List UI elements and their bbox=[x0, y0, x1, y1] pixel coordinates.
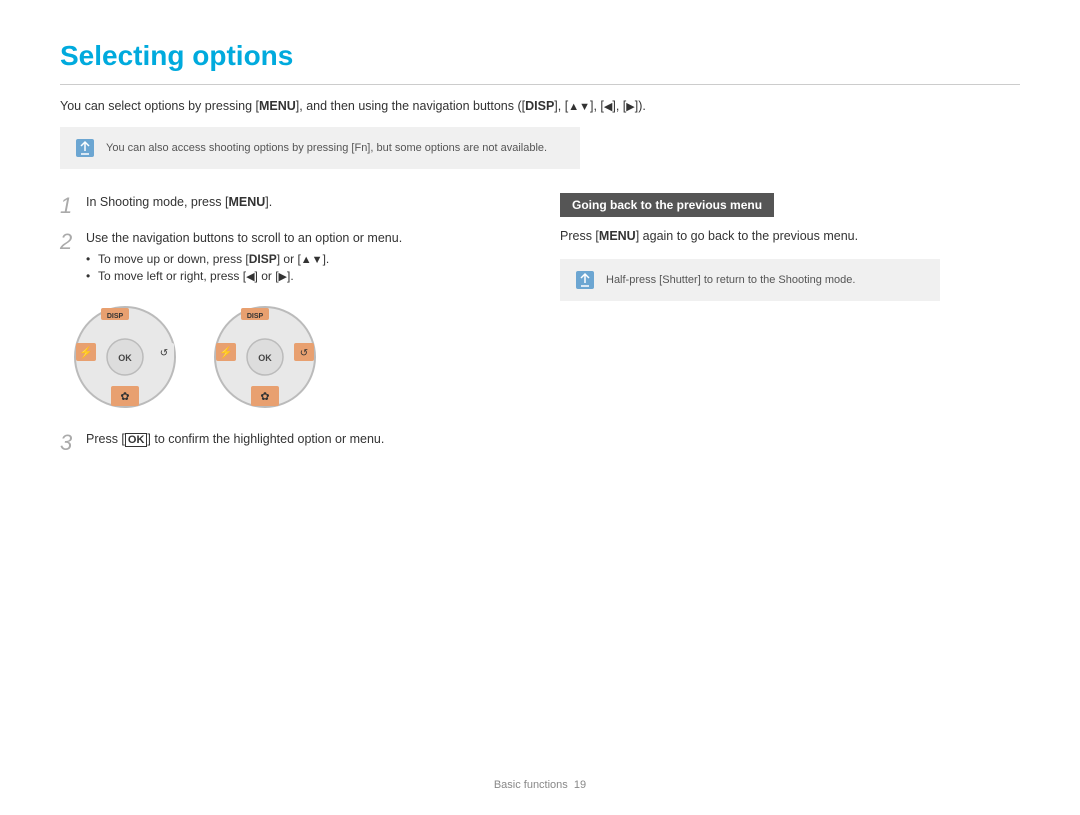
note-icon bbox=[74, 137, 96, 159]
step-1: 1 In Shooting mode, press [MENU]. bbox=[60, 193, 520, 219]
svg-text:DISP: DISP bbox=[107, 313, 124, 320]
svg-text:⚡: ⚡ bbox=[79, 346, 93, 359]
step-1-number: 1 bbox=[60, 193, 78, 219]
title-divider bbox=[60, 84, 1020, 85]
svg-text:⚡: ⚡ bbox=[219, 346, 233, 359]
step-2: 2 Use the navigation buttons to scroll t… bbox=[60, 229, 520, 286]
right-column: Going back to the previous menu Press [M… bbox=[560, 193, 1020, 467]
section-header: Going back to the previous menu bbox=[560, 193, 774, 217]
bullet-1: To move up or down, press [DISP] or [▲▼]… bbox=[86, 252, 402, 266]
step-2-text: Use the navigation buttons to scroll to … bbox=[86, 229, 402, 248]
press-back-text: Press [MENU] again to go back to the pre… bbox=[560, 229, 1020, 243]
step-2-bullets: To move up or down, press [DISP] or [▲▼]… bbox=[86, 252, 402, 283]
page-footer: Basic functions 19 bbox=[0, 779, 1080, 791]
svg-text:↺: ↺ bbox=[300, 348, 308, 359]
step-3-number: 3 bbox=[60, 430, 78, 456]
note-box-top: You can also access shooting options by … bbox=[60, 127, 580, 169]
dial-diagrams: DISP ⚡ ↺ ✿ OK bbox=[70, 302, 520, 412]
step-3-text: Press [OK] to confirm the highlighted op… bbox=[86, 430, 384, 449]
note-box-right: Half-press [Shutter] to return to the Sh… bbox=[560, 259, 940, 301]
svg-text:OK: OK bbox=[118, 353, 132, 363]
svg-text:OK: OK bbox=[258, 353, 272, 363]
two-col-layout: 1 In Shooting mode, press [MENU]. 2 Use … bbox=[60, 193, 1020, 467]
step-2-content: Use the navigation buttons to scroll to … bbox=[86, 229, 402, 286]
footer-page-num: 19 bbox=[574, 779, 586, 791]
svg-text:↺: ↺ bbox=[160, 348, 168, 359]
dial-2: DISP ⚡ ↺ ✿ OK bbox=[210, 302, 320, 412]
note-icon-right bbox=[574, 269, 596, 291]
svg-text:DISP: DISP bbox=[247, 313, 264, 320]
svg-text:✿: ✿ bbox=[260, 391, 269, 403]
page-title: Selecting options bbox=[60, 40, 1020, 72]
svg-text:✿: ✿ bbox=[120, 391, 129, 403]
note-text-top: You can also access shooting options by … bbox=[106, 142, 547, 154]
note-text-right: Half-press [Shutter] to return to the Sh… bbox=[606, 274, 855, 286]
step-1-text: In Shooting mode, press [MENU]. bbox=[86, 193, 272, 212]
step-3: 3 Press [OK] to confirm the highlighted … bbox=[60, 430, 520, 456]
footer-text: Basic functions bbox=[494, 779, 568, 791]
dial-1: DISP ⚡ ↺ ✿ OK bbox=[70, 302, 180, 412]
bullet-2: To move left or right, press [◀] or [▶]. bbox=[86, 269, 402, 283]
left-column: 1 In Shooting mode, press [MENU]. 2 Use … bbox=[60, 193, 520, 467]
step-2-number: 2 bbox=[60, 229, 78, 255]
intro-text: You can select options by pressing [MENU… bbox=[60, 99, 1020, 113]
